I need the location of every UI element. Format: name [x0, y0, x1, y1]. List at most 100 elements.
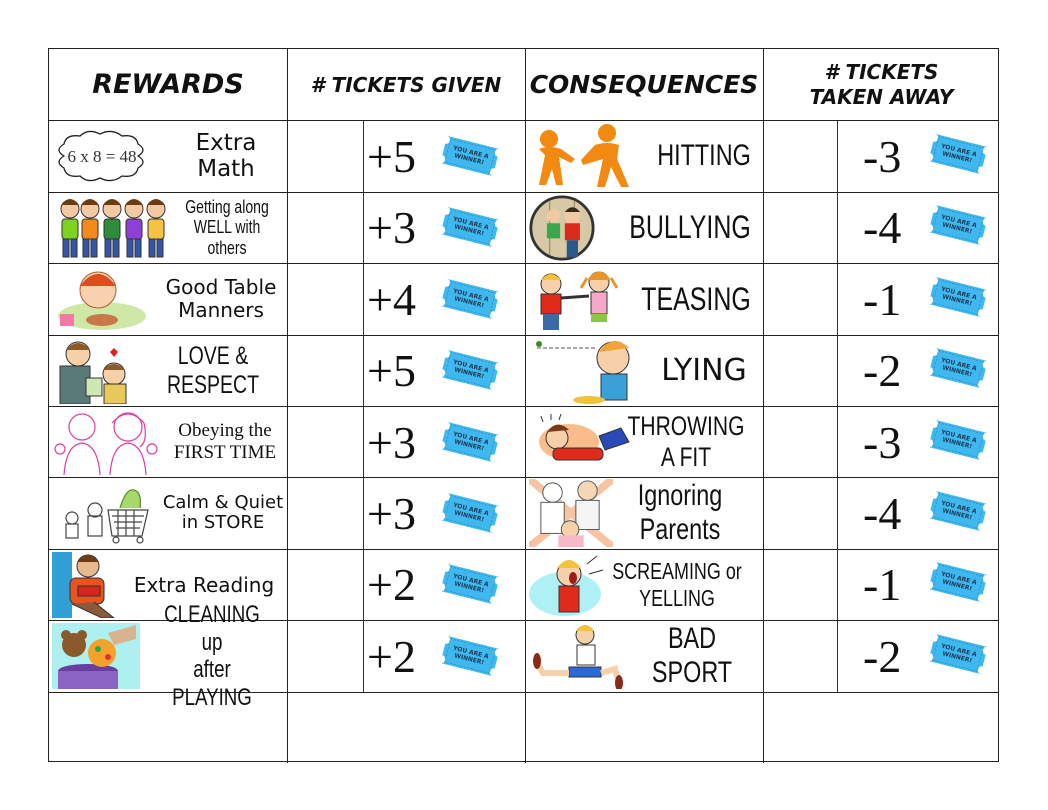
consequence-label: THROWING A FIT: [627, 411, 745, 473]
reward-label: Extra Math: [195, 130, 257, 183]
reward-gap-cell[interactable]: [289, 549, 361, 620]
tickets-given-cell: +5: [365, 121, 525, 192]
header-consequences: CONSEQUENCES: [529, 70, 759, 99]
empty-cell[interactable]: [763, 692, 1000, 763]
long-nose-icon: [529, 337, 639, 404]
reward-gap-cell[interactable]: [289, 335, 361, 406]
tickets-taken-cell: -3: [839, 121, 1000, 192]
ticket-icon: [925, 560, 991, 604]
reward-label-line1: CLEANING up: [164, 601, 260, 656]
consequence-gap-cell[interactable]: [765, 264, 835, 335]
reward-label-line1: Calm & Quiet: [162, 491, 284, 513]
consequence-gap-cell[interactable]: [765, 121, 835, 192]
empty-cell[interactable]: [49, 692, 287, 763]
ticket-icon: [437, 134, 503, 178]
screaming-child-icon: [529, 551, 609, 618]
tickets-given-value: +5: [367, 130, 416, 182]
consequence-label: TEASING: [641, 280, 751, 317]
reward-gap-cell[interactable]: [289, 407, 361, 478]
tickets-taken-cell: -3: [839, 407, 1000, 478]
reward-gap-cell[interactable]: [289, 264, 361, 335]
toys-bin-icon: [52, 623, 140, 690]
consequence-label: SCREAMING or YELLING: [612, 557, 742, 611]
tickets-given-cell: +4: [365, 264, 525, 335]
figures-hitting-icon: [529, 123, 644, 190]
consequence-label: HITTING: [657, 139, 751, 173]
reward-cell: Good Table Manners: [49, 264, 287, 335]
tickets-taken-value: -2: [863, 630, 902, 682]
tickets-taken-value: -1: [863, 273, 902, 325]
consequence-gap-cell[interactable]: [765, 407, 835, 478]
tickets-taken-cell: -2: [839, 621, 1000, 692]
tickets-given-cell: +3: [365, 407, 525, 478]
header-tickets-taken: # TICKETS TAKEN AWAY: [763, 49, 1000, 120]
empty-cell[interactable]: [287, 692, 525, 763]
tickets-taken-value: -1: [863, 559, 902, 611]
ticket-icon: [925, 489, 991, 533]
reward-label-line2: WELL with others: [193, 217, 261, 259]
tickets-given-cell: +3: [365, 478, 525, 549]
consequence-gap-cell[interactable]: [765, 621, 835, 692]
consequence-gap-cell[interactable]: [765, 335, 835, 406]
table-row: 6 x 8 = 48 Extra Math +5 HITTING -3: [49, 121, 998, 193]
tickets-given-value: +2: [367, 559, 416, 611]
tickets-given-value: +4: [367, 273, 416, 325]
reward-cell: Calm & Quiet in STORE: [49, 478, 287, 549]
ticket-icon: [925, 275, 991, 319]
reward-gap-cell[interactable]: [289, 121, 361, 192]
tickets-given-cell: +2: [365, 549, 525, 620]
consequence-gap-cell[interactable]: [765, 478, 835, 549]
ticket-icon: [437, 205, 503, 249]
ticket-icon: [437, 348, 503, 392]
tickets-taken-value: -4: [863, 202, 902, 254]
reward-gap-cell[interactable]: [289, 621, 361, 692]
table-row: LOVE & RESPECT +5 LYING -2: [49, 335, 998, 408]
ticket-icon: [437, 277, 503, 321]
reward-cell: Obeying the FIRST TIME: [49, 407, 287, 478]
consequence-label: Ignoring Parents: [637, 479, 723, 547]
table-row: Obeying the FIRST TIME +3 THROWING A FIT: [49, 406, 1000, 479]
ticket-icon: [437, 562, 503, 606]
reward-gap-cell[interactable]: [289, 192, 361, 263]
svg-text:6 x 8 = 48: 6 x 8 = 48: [67, 147, 136, 166]
reward-cell: LOVE & RESPECT: [49, 335, 287, 406]
empty-cell[interactable]: [525, 692, 763, 763]
tickets-taken-cell: -1: [839, 549, 1000, 620]
tickets-taken-cell: -4: [839, 192, 1000, 263]
tickets-given-cell: +3: [365, 192, 525, 263]
reward-label-line1: Obeying the: [178, 420, 272, 442]
reward-label-line2: in STORE: [181, 512, 265, 534]
tickets-taken-value: -2: [863, 345, 902, 397]
tickets-taken-cell: -1: [839, 264, 1000, 335]
header-tickets-taken-line2: TAKEN AWAY: [809, 84, 954, 109]
ignoring-parents-icon: [529, 479, 615, 548]
parent-child-heart-icon: [52, 337, 142, 404]
tantrum-icon: [529, 409, 637, 476]
tickets-given-value: +3: [367, 487, 416, 539]
tickets-taken-value: -3: [863, 416, 902, 468]
table-row: Getting along WELL with others +3 BULLYI…: [49, 192, 1000, 265]
header-row: REWARDS # TICKETS GIVEN CONSEQUENCES # T…: [49, 49, 998, 121]
ticket-icon: [925, 203, 991, 247]
reward-gap-cell[interactable]: [289, 478, 361, 549]
header-tickets-taken-line1: # TICKETS: [824, 59, 939, 84]
boy-eating-icon: [52, 266, 152, 333]
consequence-gap-cell[interactable]: [765, 549, 835, 620]
reward-label-line2: Manners: [178, 298, 264, 323]
child-reading-icon: [52, 551, 122, 618]
ticket-icon: [437, 634, 503, 678]
ticket-icon: [437, 491, 503, 535]
shopping-cart-icon: [52, 480, 162, 547]
consequence-gap-cell[interactable]: [765, 192, 835, 263]
ticket-icon: [925, 632, 991, 676]
tickets-given-value: +3: [367, 202, 416, 254]
tickets-given-cell: +5: [365, 335, 525, 406]
ticket-icon: [925, 418, 991, 462]
bully-locker-icon: [529, 194, 599, 261]
tickets-given-value: +2: [367, 630, 416, 682]
consequence-label: BULLYING: [629, 209, 751, 246]
tickets-taken-value: -3: [863, 130, 902, 182]
parents-sketch-icon: [52, 409, 162, 476]
ticket-icon: [925, 132, 991, 176]
tickets-taken-value: -4: [863, 487, 902, 539]
